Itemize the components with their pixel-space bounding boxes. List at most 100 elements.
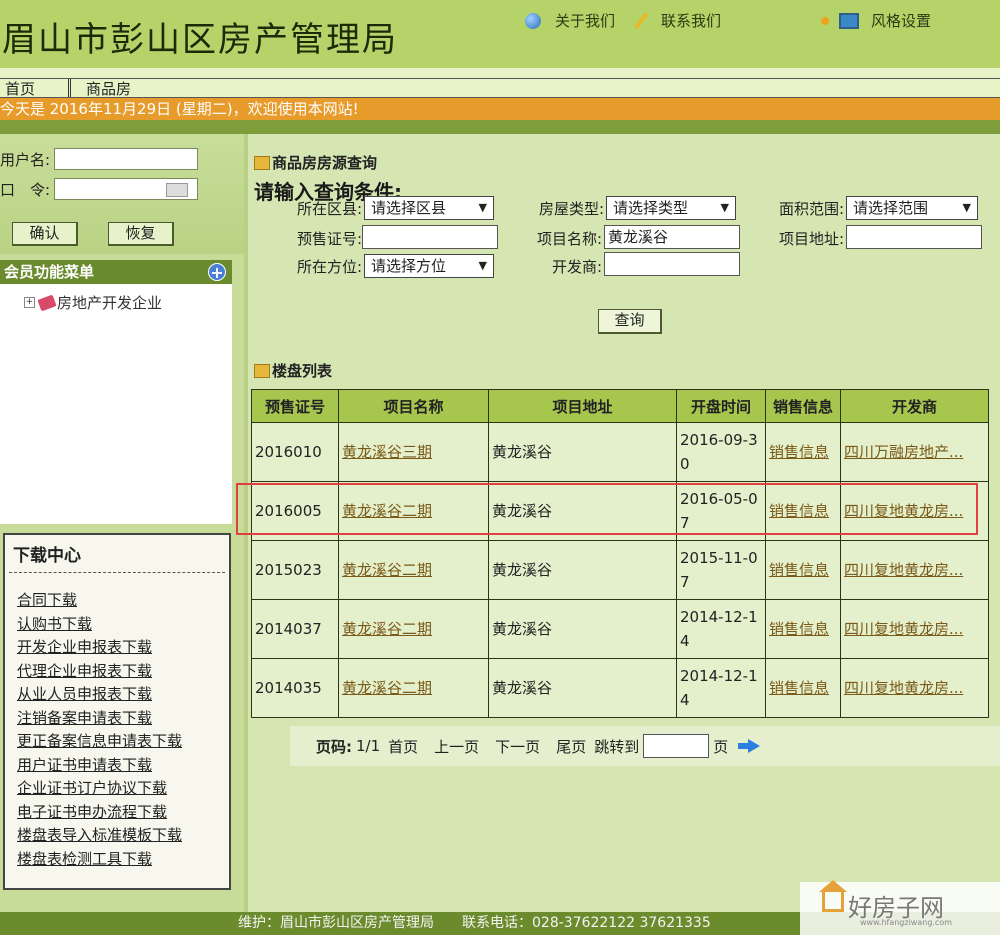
cell-open-date: 2016-09-30	[676, 422, 766, 482]
nav-spacer	[0, 68, 1000, 78]
sales-info-link[interactable]: 销售信息	[769, 502, 829, 520]
download-link[interactable]: 电子证书申办流程下载	[17, 803, 167, 821]
project-link[interactable]: 黄龙溪谷三期	[342, 443, 432, 461]
download-link[interactable]: 认购书下载	[17, 615, 92, 633]
nav-item-home[interactable]: 首页	[0, 78, 40, 99]
username-row: 用户名:	[0, 148, 199, 170]
project-name-input[interactable]: 黄龙溪谷	[604, 225, 740, 249]
sales-info-link[interactable]: 销售信息	[769, 561, 829, 579]
developer-link[interactable]: 四川复地黄龙房...	[844, 561, 963, 579]
table-row: 2014037 黄龙溪谷二期 黄龙溪谷 2014-12-14 销售信息 四川复地…	[251, 599, 989, 659]
address-label: 项目地址:	[778, 230, 844, 248]
cell-sales: 销售信息	[765, 540, 841, 600]
download-list: 合同下载 认购书下载 开发企业申报表下载 代理企业申报表下载 从业人员申报表下载…	[5, 573, 229, 871]
prev-page-link[interactable]: 上一页	[434, 736, 479, 757]
cell-open-date: 2015-11-07	[676, 540, 766, 600]
nav-item-commercial-housing[interactable]: 商品房	[81, 78, 136, 99]
direction-select[interactable]: 请选择方位 ▼	[364, 254, 494, 278]
page-jump-input[interactable]	[643, 734, 710, 758]
pagination: 页码: 1/1 首页 上一页 下一页 尾页 跳转到 页	[290, 726, 1000, 766]
cell-sales: 销售信息	[765, 422, 841, 482]
site-header: 眉山市彭山区房产管理局 关于我们 联系我们 风格设置	[0, 0, 1000, 68]
cell-open-date: 2014-12-14	[676, 599, 766, 659]
type-select[interactable]: 请选择类型 ▼	[606, 196, 736, 220]
project-link[interactable]: 黄龙溪谷二期	[342, 502, 432, 520]
cell-address: 黄龙溪谷	[488, 540, 677, 600]
username-input[interactable]	[54, 148, 199, 170]
about-link[interactable]: 关于我们	[555, 10, 615, 31]
download-link[interactable]: 从业人员申报表下载	[17, 685, 152, 703]
search-button[interactable]: 查询	[598, 309, 662, 334]
developer-link[interactable]: 四川复地黄龙房...	[844, 620, 963, 638]
cell-presale: 2014035	[251, 658, 339, 718]
list-item: 企业证书订户协议下载	[17, 777, 229, 801]
developer-label: 开发商:	[551, 258, 602, 276]
book-icon	[37, 294, 57, 311]
bullet-icon	[821, 16, 830, 25]
download-link[interactable]: 楼盘表检测工具下载	[17, 850, 152, 868]
password-label: 口 令:	[0, 180, 51, 199]
member-menu-title: 会员功能菜单	[4, 263, 95, 281]
list-item: 楼盘表检测工具下载	[17, 848, 229, 872]
district-select[interactable]: 请选择区县 ▼	[364, 196, 494, 220]
developer-link[interactable]: 四川万融房地产...	[844, 443, 963, 461]
reset-button[interactable]: 恢复	[108, 222, 174, 246]
cell-presale: 2016005	[251, 481, 339, 541]
contact-link[interactable]: 联系我们	[661, 10, 721, 31]
keyboard-icon[interactable]	[166, 183, 189, 197]
area-select[interactable]: 请选择范围 ▼	[846, 196, 978, 220]
address-input[interactable]	[846, 225, 982, 249]
cell-sales: 销售信息	[765, 481, 841, 541]
first-page-link[interactable]: 首页	[388, 736, 418, 757]
direction-select-value: 请选择方位	[371, 257, 447, 275]
project-link[interactable]: 黄龙溪谷二期	[342, 561, 432, 579]
download-link[interactable]: 更正备案信息申请表下载	[17, 732, 182, 750]
list-item: 认购书下载	[17, 613, 229, 637]
cell-developer: 四川复地黄龙房...	[840, 658, 989, 718]
tree-expand-icon[interactable]: +	[24, 297, 35, 308]
style-settings-link[interactable]: 风格设置	[871, 10, 931, 31]
table-row: 2014035 黄龙溪谷二期 黄龙溪谷 2014-12-14 销售信息 四川复地…	[251, 658, 989, 718]
download-link[interactable]: 企业证书订户协议下载	[17, 779, 167, 797]
listing-table: 预售证号 项目名称 项目地址 开盘时间 销售信息 开发商 2016010 黄龙溪…	[251, 389, 989, 718]
download-link[interactable]: 用户证书申请表下载	[17, 756, 152, 774]
developer-link[interactable]: 四川复地黄龙房...	[844, 679, 963, 697]
go-arrow-icon[interactable]	[738, 739, 761, 753]
area-select-value: 请选择范围	[853, 199, 929, 217]
section-icon	[254, 155, 270, 170]
last-page-link[interactable]: 尾页	[556, 736, 586, 757]
download-link[interactable]: 注销备案申请表下载	[17, 709, 152, 727]
download-link[interactable]: 开发企业申报表下载	[17, 638, 152, 656]
col-header-project-name: 项目名称	[338, 389, 489, 423]
developer-link[interactable]: 四川复地黄龙房...	[844, 502, 963, 520]
direction-label: 所在方位:	[296, 258, 362, 276]
project-link[interactable]: 黄龙溪谷二期	[342, 679, 432, 697]
download-center-title: 下载中心	[9, 535, 225, 573]
project-link[interactable]: 黄龙溪谷二期	[342, 620, 432, 638]
main-nav: 首页 商品房	[0, 78, 1000, 98]
sales-info-link[interactable]: 销售信息	[769, 620, 829, 638]
cell-presale: 2014037	[251, 599, 339, 659]
expand-icon[interactable]: +	[208, 263, 226, 282]
watermark: 好房子网 www.hfangziwang.com	[800, 880, 1000, 935]
area-label: 面积范围:	[778, 200, 844, 218]
cell-project-name: 黄龙溪谷二期	[338, 540, 489, 600]
next-page-link[interactable]: 下一页	[495, 736, 540, 757]
download-link[interactable]: 楼盘表导入标准模板下载	[17, 826, 182, 844]
download-link[interactable]: 代理企业申报表下载	[17, 662, 152, 680]
jump-label: 跳转到	[594, 737, 640, 756]
download-link[interactable]: 合同下载	[17, 591, 77, 609]
district-select-value: 请选择区县	[371, 199, 447, 217]
developer-input[interactable]	[604, 252, 740, 276]
tree-item-developer[interactable]: + 房地产开发企业	[24, 292, 162, 313]
sales-info-link[interactable]: 销售信息	[769, 443, 829, 461]
presale-input[interactable]	[362, 225, 498, 249]
col-header-open-date: 开盘时间	[676, 389, 766, 423]
confirm-button[interactable]: 确认	[12, 222, 78, 246]
list-item: 开发企业申报表下载	[17, 636, 229, 660]
col-header-sales: 销售信息	[765, 389, 841, 423]
list-item: 合同下载	[17, 589, 229, 613]
cell-developer: 四川复地黄龙房...	[840, 481, 989, 541]
table-row: 2015023 黄龙溪谷二期 黄龙溪谷 2015-11-07 销售信息 四川复地…	[251, 540, 989, 600]
sales-info-link[interactable]: 销售信息	[769, 679, 829, 697]
